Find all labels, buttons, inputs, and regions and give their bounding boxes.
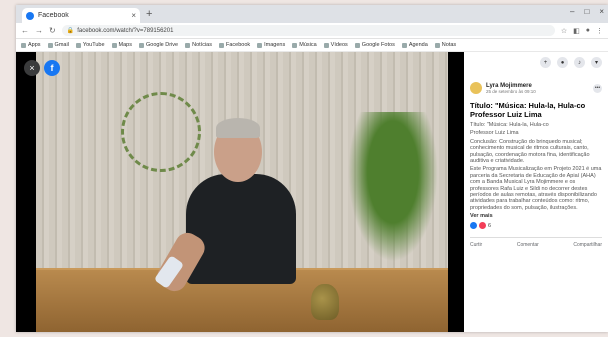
toolbar-icons: ☆ ◧ ● ⋮ [561,27,603,35]
messenger-icon[interactable]: ● [557,57,568,68]
close-window-button[interactable]: × [599,7,604,16]
see-more-link[interactable]: Ver mais [470,213,602,219]
new-tab-button[interactable]: + [146,8,152,20]
share-button[interactable]: Compartilhar [573,242,602,248]
tab-bar: Facebook × + – □ × [16,5,608,23]
bookmark-item[interactable]: Apps [21,42,41,48]
bookmark-item[interactable]: Gmail [47,42,69,48]
avatar[interactable] [470,82,482,94]
bookmark-item[interactable]: Maps [111,42,132,48]
facebook-logo-icon[interactable]: f [44,60,60,76]
bookmark-icon [323,42,329,48]
account-icon[interactable]: ▾ [591,57,602,68]
comment-button[interactable]: Comentar [517,242,539,248]
bookmark-icon [434,42,440,48]
bookmark-icon [75,42,81,48]
plus-icon[interactable]: + [540,57,551,68]
menu-icon[interactable]: ⋮ [596,27,603,35]
author-name[interactable]: Lyra Mojimmere [486,83,536,89]
more-options-icon[interactable]: ••• [593,83,602,93]
bookmark-item[interactable]: Facebook [218,42,250,48]
bookmark-icon [47,42,53,48]
url-text: facebook.com/watch/?v=789156201 [77,27,174,34]
description-paragraph: Conclusão: Construção do brinquedo music… [470,138,590,165]
header-icons: + ● ♪ ▾ [470,57,602,68]
glass-jar [311,284,339,320]
bookmark-item[interactable]: Música [292,42,317,48]
post-title-line2: Professor Luiz Lima [470,109,542,119]
love-reaction-icon [479,222,486,230]
post-date[interactable]: 25 de setembro às 09:10 [486,89,536,94]
extension-icon[interactable]: ◧ [573,27,580,35]
bookmark-icon [21,42,26,48]
bookmark-item[interactable]: Agenda [401,42,428,48]
star-icon[interactable]: ☆ [561,27,567,35]
post-panel: + ● ♪ ▾ Lyra Mojimmere 25 de setembro às… [464,52,608,332]
close-icon[interactable]: × [24,60,40,76]
browser-window: Facebook × + – □ × ← → ↻ 🔒 facebook.com/… [16,5,608,332]
bookmark-item[interactable]: YouTube [75,42,105,48]
teacher-hair [216,118,260,138]
like-reaction-icon [470,222,477,230]
profile-icon[interactable]: ● [586,27,590,35]
bookmark-icon [401,42,407,48]
post-author-row: Lyra Mojimmere 25 de setembro às 09:10 •… [470,82,602,94]
browser-toolbar: ← → ↻ 🔒 facebook.com/watch/?v=789156201 … [16,23,608,39]
reactions-row[interactable]: 6 [470,222,602,230]
description-paragraph: Este Programa Musicalização em Projeto 2… [470,166,602,211]
minimize-button[interactable]: – [570,7,574,16]
tab-title: Facebook [38,12,69,19]
post-title: Título: "Música: Hula-la, Hula-co Profes… [470,101,602,119]
tab-facebook[interactable]: Facebook × [22,8,140,23]
reactions-count: 6 [488,222,492,229]
video-frame [36,52,448,332]
bookmark-icon [354,42,360,48]
bookmark-icon [139,42,144,48]
forward-icon[interactable]: → [35,26,43,35]
bookmark-item[interactable]: Vídeos [323,42,348,48]
lock-icon: 🔒 [66,28,75,34]
bookmark-item[interactable]: Google Drive [139,42,178,48]
back-icon[interactable]: ← [21,26,29,35]
bookmark-item[interactable]: Notícias [185,42,212,48]
bookmark-item[interactable]: Imagens [257,42,285,48]
facebook-favicon-icon [26,11,34,20]
teacher-body [186,174,296,284]
window-controls: – □ × [570,7,604,16]
reload-icon[interactable]: ↻ [49,26,56,35]
notification-bell-icon[interactable]: ♪ [574,57,585,68]
description-line: Título: "Música: Hula-la, Hula-co [470,122,549,128]
bookmark-item[interactable]: Google Fotos [354,42,395,48]
plant-decoration [348,112,438,262]
bookmark-item[interactable]: Notas [434,42,456,48]
bookmark-icon [257,42,263,48]
maximize-button[interactable]: □ [584,7,589,16]
description-line: Professor Luiz Lima [470,130,519,137]
bookmark-icon [111,42,117,48]
tab-close-icon[interactable]: × [131,11,136,20]
address-bar[interactable]: 🔒 facebook.com/watch/?v=789156201 [61,25,555,36]
page-content: × f + ● ♪ ▾ Lyra Mojimmere 25 de setembr… [16,52,608,332]
like-button[interactable]: Curtir [470,242,482,248]
wreath-decoration [121,92,201,172]
bookmark-icon [185,42,191,48]
bookmark-icon [218,42,224,48]
post-actions: Curtir Comentar Compartilhar [470,237,602,248]
bookmark-icon [292,42,298,48]
post-description: Título: "Música: Hula-la, Hula-co Profes… [470,122,602,211]
video-player[interactable]: × f [16,52,464,332]
bookmarks-bar: Apps Gmail YouTube Maps Google Drive Not… [16,39,608,52]
